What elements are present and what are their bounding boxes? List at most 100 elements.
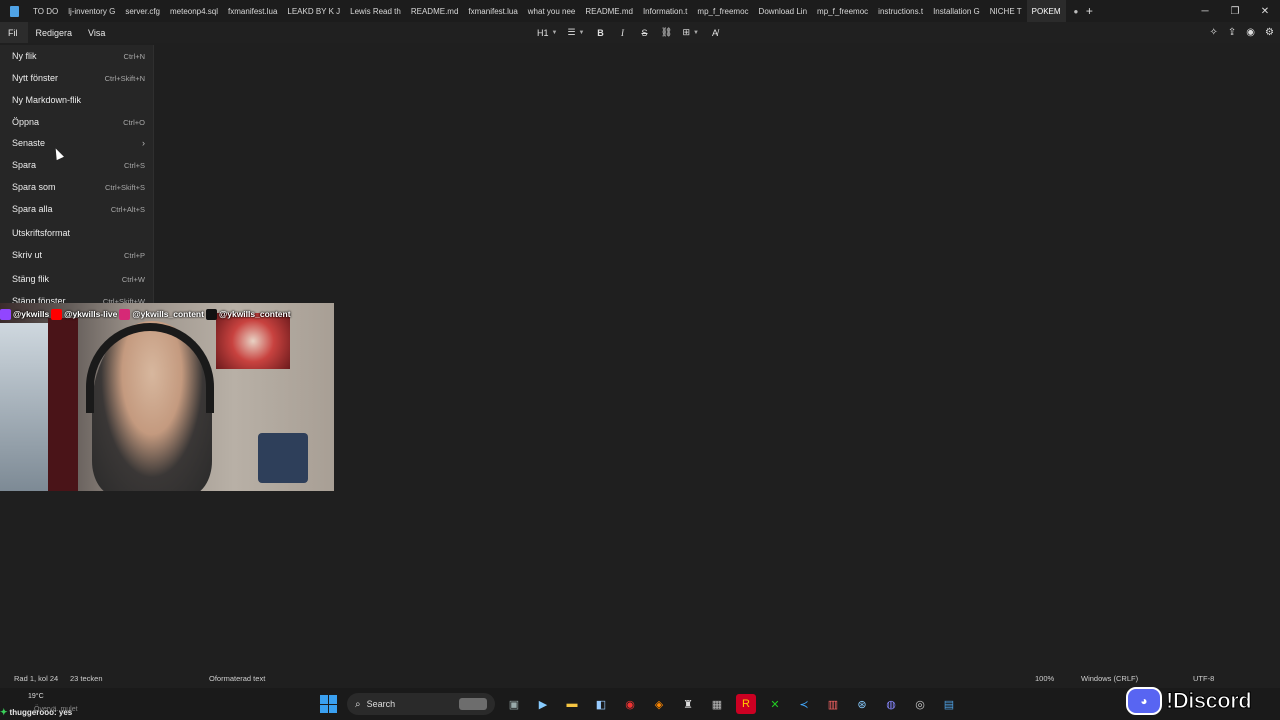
heading-dropdown[interactable]: H1 ▼ — [534, 22, 560, 43]
tab-1[interactable]: lj-inventory G — [63, 0, 120, 22]
tab-12[interactable]: mp_f_freemoc — [692, 0, 753, 22]
zoom-level[interactable]: 100% — [1035, 674, 1054, 683]
app-icon-red[interactable]: ▥ — [823, 694, 843, 714]
discord-overlay: ◕ !Discord — [1126, 684, 1276, 718]
file-menu-item[interactable]: Stäng fönster Ctrl+Skift+W — [0, 291, 153, 303]
file-menu-item[interactable]: Stäng flik Ctrl+W — [0, 269, 153, 289]
file-menu-dropdown: Ny flik Ctrl+N Nytt fönster Ctrl+Skift+N Ny … — [0, 45, 154, 303]
vscode-icon[interactable]: ≺ — [794, 694, 814, 714]
file-menu-item[interactable]: Öppna Ctrl+O — [0, 112, 153, 132]
close-window-button[interactable]: ✕ — [1250, 0, 1280, 22]
tab-15[interactable]: instructions.t — [873, 0, 928, 22]
discord-taskbar-icon[interactable]: ◍ — [881, 694, 901, 714]
chevron-right-icon: › — [142, 138, 145, 148]
calculator-icon[interactable]: ▦ — [707, 694, 727, 714]
link-button[interactable]: ⛓ — [658, 22, 676, 43]
obs-icon[interactable]: ◎ — [910, 694, 930, 714]
media-player-icon[interactable]: ▶ — [533, 694, 553, 714]
menu-item-shortcut: Ctrl+W — [121, 274, 145, 284]
store-icon[interactable]: ◧ — [591, 694, 611, 714]
tab-18[interactable]: POKEM — [1026, 0, 1066, 22]
tab-13[interactable]: Download Lin — [754, 0, 812, 22]
tab-10[interactable]: README.md — [580, 0, 638, 22]
list-icon: ☰ — [567, 27, 576, 37]
menu-item-label: Nytt fönster — [12, 73, 59, 83]
tab-11[interactable]: Information.t — [638, 0, 692, 22]
menu-view[interactable]: Visa — [80, 22, 113, 43]
copilot-icon[interactable]: ✧ — [1210, 27, 1218, 38]
right-toolbar: ✧ ⇪ ◉ ⚙ — [1210, 22, 1274, 43]
account-icon[interactable]: ◉ — [1246, 27, 1255, 38]
file-menu-item[interactable]: Ny Markdown-flik — [0, 90, 153, 110]
tab-4[interactable]: fxmanifest.lua — [223, 0, 282, 22]
encoding[interactable]: UTF-8 — [1193, 674, 1214, 683]
taskbar-search[interactable]: ⌕ Search — [347, 693, 495, 715]
bold-button[interactable]: B — [592, 22, 610, 43]
maximize-button[interactable]: ❐ — [1220, 0, 1250, 22]
menu-item-shortcut: Ctrl+Alt+S — [110, 204, 145, 214]
file-menu-item[interactable]: Spara alla Ctrl+Alt+S — [0, 199, 153, 219]
menu-item-label: Stäng fönster — [12, 296, 66, 303]
twitch-icon — [0, 308, 11, 320]
file-menu-item[interactable]: Senaste › — [0, 133, 153, 153]
status-bar: Rad 1, kol 24 23 tecken Oformaterad text… — [0, 670, 1280, 688]
tab-6[interactable]: Lewis Read th — [345, 0, 406, 22]
windows-start-icon[interactable] — [320, 695, 338, 713]
gear-icon[interactable]: ⚙ — [1265, 27, 1274, 38]
tab-16[interactable]: Installation G — [928, 0, 985, 22]
search-placeholder: Search — [366, 699, 396, 709]
tab-9[interactable]: what you nee — [523, 0, 581, 22]
menu-file[interactable]: Fil — [0, 22, 28, 43]
file-explorer-icon[interactable]: ▬ — [562, 694, 582, 714]
chrome-icon[interactable]: ◉ — [620, 694, 640, 714]
file-menu-item[interactable]: Spara Ctrl+S — [0, 155, 153, 175]
menu-item-label: Öppna — [12, 117, 40, 127]
file-menu-item[interactable]: Skriv ut Ctrl+P — [0, 245, 153, 265]
tab-bar: TO DO lj-inventory Gserver.cfg meteonp4.sq… — [0, 0, 1280, 22]
task-view-icon[interactable]: ▣ — [504, 694, 524, 714]
file-menu-item[interactable]: Ny flik Ctrl+N — [0, 46, 153, 66]
new-tab-button[interactable]: + — [1078, 0, 1100, 22]
xbox-icon[interactable]: ✕ — [765, 694, 785, 714]
discord-logo-icon: ◕ — [1126, 687, 1162, 715]
tab-3[interactable]: meteonp4.sql — [165, 0, 223, 22]
chat-message: thuggerooo: yes — [9, 708, 73, 717]
link-icon: ⛓ — [660, 27, 673, 37]
webcam-window — [0, 323, 48, 491]
weather-temp[interactable]: 19°C — [28, 693, 44, 700]
menu-item-shortcut: Ctrl+Skift+N — [104, 73, 145, 83]
table-dropdown[interactable]: ⊞ ▼ — [680, 22, 703, 43]
tab-5[interactable]: LEAKD BY K J — [282, 0, 345, 22]
file-menu-item[interactable]: Nytt fönster Ctrl+Skift+N — [0, 68, 153, 88]
search-highlight-image — [459, 698, 487, 710]
menu-edit[interactable]: Redigera — [28, 22, 81, 43]
menu-item-shortcut: Ctrl+S — [123, 160, 145, 170]
char-count: 23 tecken — [70, 674, 103, 683]
line-ending[interactable]: Windows (CRLF) — [1081, 674, 1138, 683]
clear-formatting-button[interactable]: A̸ — [706, 22, 724, 43]
tab-7[interactable]: README.md — [406, 0, 464, 22]
tab-0[interactable]: TO DO — [28, 0, 63, 22]
list-dropdown[interactable]: ☰ ▼ — [564, 22, 587, 43]
social-handle-text: @ykwills_content — [132, 309, 204, 319]
tab-14[interactable]: mp_f_freemoc — [812, 0, 873, 22]
tab-17[interactable]: NICHE T — [985, 0, 1027, 22]
strikethrough-button[interactable]: S — [636, 22, 654, 43]
social-handle-text: @ykwills — [13, 309, 50, 319]
notepad-taskbar-icon[interactable]: ▤ — [939, 694, 959, 714]
firefox-icon[interactable]: ◈ — [649, 694, 669, 714]
app-icon-figure[interactable]: ♜ — [678, 694, 698, 714]
file-menu-item[interactable]: Utskriftsformat — [0, 223, 153, 243]
chevron-down-icon: ▼ — [578, 29, 585, 36]
minimize-button[interactable]: ─ — [1190, 0, 1220, 22]
tab-8[interactable]: fxmanifest.lua — [463, 0, 522, 22]
share-icon[interactable]: ⇪ — [1228, 27, 1236, 38]
text-format[interactable]: Oformaterad text — [209, 674, 265, 683]
menu-item-label: Stäng flik — [12, 274, 50, 284]
steam-icon[interactable]: ⊛ — [852, 694, 872, 714]
social-handle-text: @ykwills_content — [218, 309, 291, 319]
italic-button[interactable]: I — [614, 22, 632, 43]
rockstar-icon[interactable]: R — [736, 694, 756, 714]
tab-2[interactable]: server.cfg — [120, 0, 165, 22]
file-menu-item[interactable]: Spara som Ctrl+Skift+S — [0, 177, 153, 197]
